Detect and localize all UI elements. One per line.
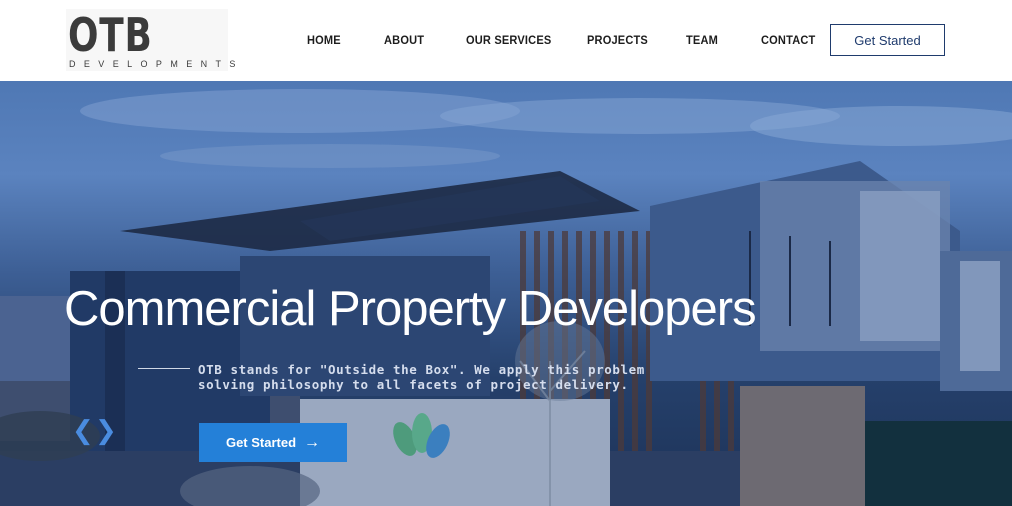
slider-next-icon[interactable]: ❯: [95, 415, 117, 447]
hero-divider: [138, 368, 190, 369]
nav-our-services[interactable]: OUR SERVICES: [466, 32, 551, 48]
nav-home[interactable]: HOME: [307, 32, 341, 48]
logo-wordmark: OTB: [68, 8, 153, 62]
arrow-right-icon: →: [304, 433, 321, 451]
hero-description: OTB stands for "Outside the Box". We app…: [198, 362, 645, 392]
hero-title: Commercial Property Developers: [64, 282, 757, 336]
site-header: OTB DEVELOPMENTS HOME ABOUT OUR SERVICES…: [0, 0, 1012, 81]
slider-prev-icon[interactable]: ❮: [72, 415, 94, 447]
nav-contact[interactable]: CONTACT: [761, 32, 815, 48]
get-started-hero-button[interactable]: Get Started →: [199, 423, 347, 462]
nav-team[interactable]: TEAM: [686, 32, 718, 48]
hero-banner: Commercial Property Developers OTB stand…: [0, 81, 1012, 506]
get-started-header-button[interactable]: Get Started: [830, 24, 945, 56]
nav-about[interactable]: ABOUT: [384, 32, 424, 48]
hero-button-label: Get Started: [225, 435, 297, 450]
otb-logo[interactable]: OTB DEVELOPMENTS: [66, 8, 235, 71]
logo-subtitle: DEVELOPMENTS: [69, 59, 244, 69]
nav-projects[interactable]: PROJECTS: [587, 32, 648, 48]
